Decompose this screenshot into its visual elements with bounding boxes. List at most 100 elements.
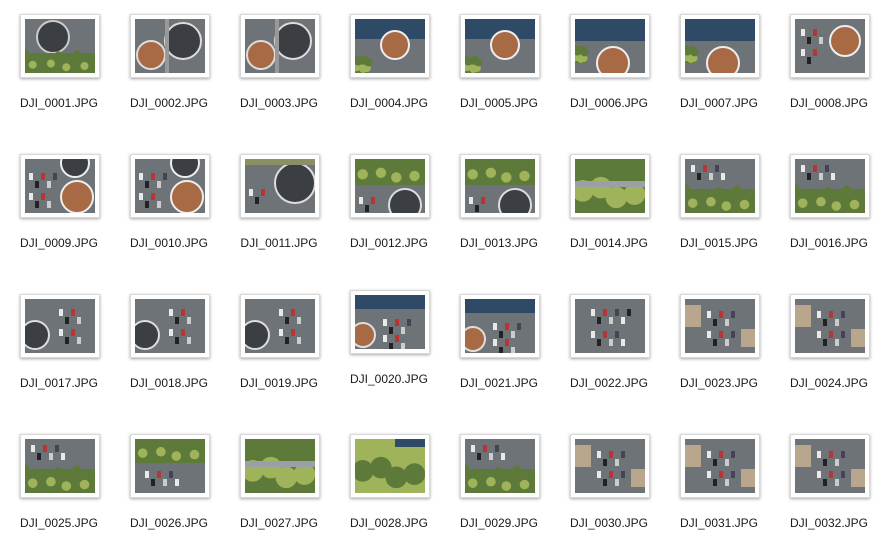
aerial-photo-preview xyxy=(25,299,95,353)
file-item[interactable]: DJI_0012.JPG xyxy=(340,154,450,274)
file-item[interactable]: DJI_0014.JPG xyxy=(560,154,670,274)
file-name-label[interactable]: DJI_0020.JPG xyxy=(334,372,444,386)
file-name-label[interactable]: DJI_0012.JPG xyxy=(334,236,444,250)
file-thumbnail[interactable] xyxy=(460,14,540,78)
file-name-label[interactable]: DJI_0003.JPG xyxy=(224,96,334,110)
file-item[interactable]: DJI_0007.JPG xyxy=(670,14,780,134)
file-thumbnail[interactable] xyxy=(570,294,650,358)
file-name-label[interactable]: DJI_0031.JPG xyxy=(664,516,774,530)
file-thumbnail[interactable] xyxy=(240,294,320,358)
file-thumbnail[interactable] xyxy=(20,294,100,358)
file-name-label[interactable]: DJI_0009.JPG xyxy=(4,236,114,250)
file-name-label[interactable]: DJI_0019.JPG xyxy=(224,376,334,390)
file-name-label[interactable]: DJI_0010.JPG xyxy=(114,236,224,250)
file-name-label[interactable]: DJI_0001.JPG xyxy=(4,96,114,110)
file-thumbnail[interactable] xyxy=(20,14,100,78)
file-thumbnail[interactable] xyxy=(350,154,430,218)
file-name-label[interactable]: DJI_0008.JPG xyxy=(774,96,883,110)
file-thumbnail[interactable] xyxy=(20,434,100,498)
file-thumbnail[interactable] xyxy=(680,294,760,358)
file-item[interactable]: DJI_0008.JPG xyxy=(780,14,883,134)
file-item[interactable]: DJI_0021.JPG xyxy=(450,294,560,414)
file-item[interactable]: DJI_0023.JPG xyxy=(670,294,780,414)
file-item[interactable]: DJI_0003.JPG xyxy=(230,14,340,134)
file-item[interactable]: DJI_0024.JPG xyxy=(780,294,883,414)
file-thumbnail[interactable] xyxy=(130,294,210,358)
file-name-label[interactable]: DJI_0030.JPG xyxy=(554,516,664,530)
file-item[interactable]: DJI_0005.JPG xyxy=(450,14,560,134)
file-item[interactable]: DJI_0004.JPG xyxy=(340,14,450,134)
file-name-label[interactable]: DJI_0007.JPG xyxy=(664,96,774,110)
file-thumbnail[interactable] xyxy=(350,14,430,78)
file-name-label[interactable]: DJI_0026.JPG xyxy=(114,516,224,530)
file-item[interactable]: DJI_0028.JPG xyxy=(340,434,450,554)
file-thumbnail[interactable] xyxy=(350,434,430,498)
file-name-label[interactable]: DJI_0028.JPG xyxy=(334,516,444,530)
file-name-label[interactable]: DJI_0029.JPG xyxy=(444,516,554,530)
file-thumbnail[interactable] xyxy=(570,154,650,218)
file-thumbnail[interactable] xyxy=(20,154,100,218)
file-item[interactable]: DJI_0017.JPG xyxy=(10,294,120,414)
file-item[interactable]: DJI_0027.JPG xyxy=(230,434,340,554)
file-item[interactable]: DJI_0019.JPG xyxy=(230,294,340,414)
file-thumbnail[interactable] xyxy=(790,14,870,78)
file-thumbnail[interactable] xyxy=(240,434,320,498)
file-name-label[interactable]: DJI_0006.JPG xyxy=(554,96,664,110)
file-item[interactable]: DJI_0032.JPG xyxy=(780,434,883,554)
file-name-label[interactable]: DJI_0014.JPG xyxy=(554,236,664,250)
file-thumbnail[interactable] xyxy=(790,294,870,358)
file-item[interactable]: DJI_0011.JPG xyxy=(230,154,340,274)
file-name-label[interactable]: DJI_0002.JPG xyxy=(114,96,224,110)
file-thumbnail[interactable] xyxy=(460,154,540,218)
file-thumbnail[interactable] xyxy=(350,290,430,354)
file-name-label[interactable]: DJI_0021.JPG xyxy=(444,376,554,390)
file-item[interactable]: DJI_0001.JPG xyxy=(10,14,120,134)
file-thumbnail[interactable] xyxy=(460,434,540,498)
file-item[interactable]: DJI_0013.JPG xyxy=(450,154,560,274)
aerial-photo-preview xyxy=(135,159,205,213)
file-item[interactable]: DJI_0002.JPG xyxy=(120,14,230,134)
file-thumbnail[interactable] xyxy=(680,434,760,498)
file-thumbnail[interactable] xyxy=(130,434,210,498)
file-thumbnail[interactable] xyxy=(130,154,210,218)
file-name-label[interactable]: DJI_0011.JPG xyxy=(224,236,334,250)
file-name-label[interactable]: DJI_0025.JPG xyxy=(4,516,114,530)
file-name-label[interactable]: DJI_0024.JPG xyxy=(774,376,883,390)
file-item[interactable]: DJI_0018.JPG xyxy=(120,294,230,414)
file-name-label[interactable]: DJI_0004.JPG xyxy=(334,96,444,110)
file-thumbnail[interactable] xyxy=(570,14,650,78)
file-thumbnail[interactable] xyxy=(790,434,870,498)
file-item[interactable]: DJI_0025.JPG xyxy=(10,434,120,554)
file-name-label[interactable]: DJI_0016.JPG xyxy=(774,236,883,250)
file-item[interactable]: DJI_0026.JPG xyxy=(120,434,230,554)
aerial-photo-preview xyxy=(575,159,645,213)
aerial-photo-preview xyxy=(135,299,205,353)
file-thumbnail[interactable] xyxy=(570,434,650,498)
file-thumbnail[interactable] xyxy=(240,154,320,218)
file-name-label[interactable]: DJI_0013.JPG xyxy=(444,236,554,250)
file-name-label[interactable]: DJI_0032.JPG xyxy=(774,516,883,530)
file-name-label[interactable]: DJI_0023.JPG xyxy=(664,376,774,390)
file-item[interactable]: DJI_0029.JPG xyxy=(450,434,560,554)
file-name-label[interactable]: DJI_0017.JPG xyxy=(4,376,114,390)
file-thumbnail[interactable] xyxy=(790,154,870,218)
file-thumbnail[interactable] xyxy=(460,294,540,358)
file-name-label[interactable]: DJI_0018.JPG xyxy=(114,376,224,390)
file-thumbnail[interactable] xyxy=(680,14,760,78)
file-name-label[interactable]: DJI_0027.JPG xyxy=(224,516,334,530)
file-name-label[interactable]: DJI_0015.JPG xyxy=(664,236,774,250)
file-thumbnail[interactable] xyxy=(240,14,320,78)
file-item[interactable]: DJI_0015.JPG xyxy=(670,154,780,274)
file-thumbnail[interactable] xyxy=(680,154,760,218)
file-item[interactable]: DJI_0016.JPG xyxy=(780,154,883,274)
file-item[interactable]: DJI_0022.JPG xyxy=(560,294,670,414)
file-thumbnail[interactable] xyxy=(130,14,210,78)
file-item[interactable]: DJI_0020.JPG xyxy=(340,290,450,414)
file-item[interactable]: DJI_0006.JPG xyxy=(560,14,670,134)
file-item[interactable]: DJI_0009.JPG xyxy=(10,154,120,274)
file-item[interactable]: DJI_0010.JPG xyxy=(120,154,230,274)
file-name-label[interactable]: DJI_0022.JPG xyxy=(554,376,664,390)
file-name-label[interactable]: DJI_0005.JPG xyxy=(444,96,554,110)
file-item[interactable]: DJI_0030.JPG xyxy=(560,434,670,554)
file-item[interactable]: DJI_0031.JPG xyxy=(670,434,780,554)
